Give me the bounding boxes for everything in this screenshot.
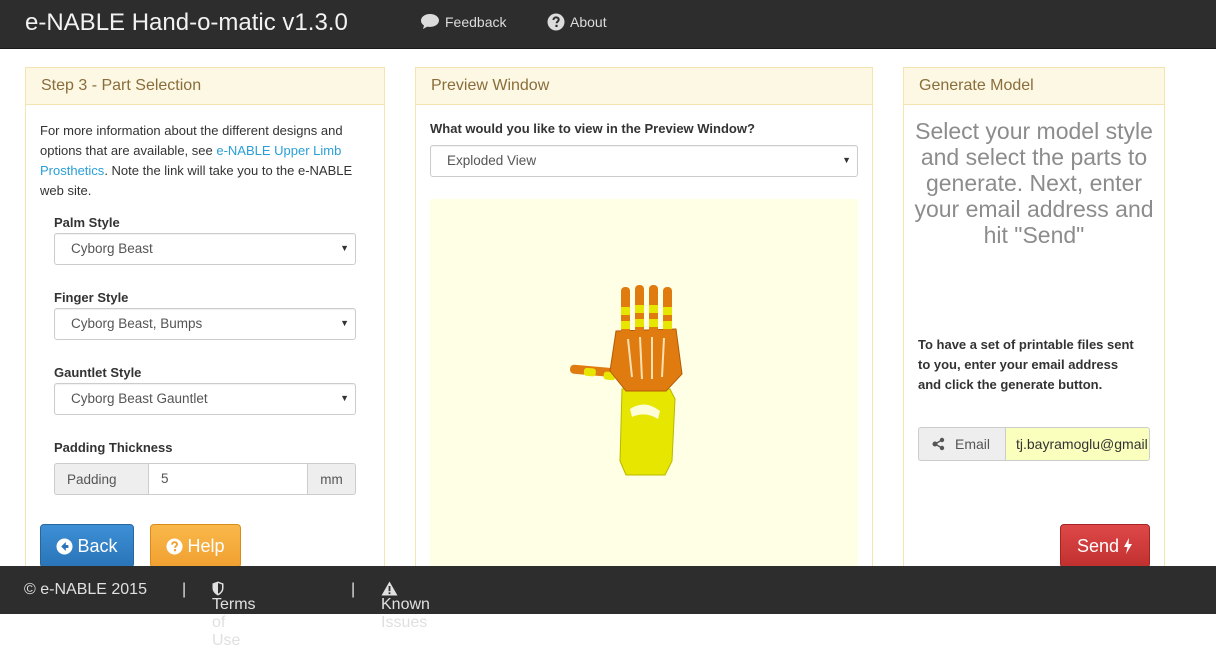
palm-style-select[interactable]: Cyborg Beast ▼ (54, 233, 356, 265)
warning-icon (381, 581, 398, 596)
about-link[interactable]: About (547, 13, 607, 31)
generate-model-panel: Generate Model Select your model style a… (903, 67, 1165, 577)
email-info-text: To have a set of printable files sent to… (918, 337, 1134, 392)
preview-view-select[interactable]: Exploded View ▼ (430, 145, 858, 177)
part-selection-panel: Step 3 - Part Selection For more informa… (25, 67, 385, 577)
generate-instructions: Select your model style and select the p… (914, 118, 1154, 248)
feedback-link[interactable]: Feedback (420, 13, 506, 30)
gauntlet-style-label: Gauntlet Style (54, 365, 142, 380)
info-text: For more information about the different… (40, 121, 375, 201)
email-addon: Email (918, 427, 1005, 461)
palm-style-value: Cyborg Beast (71, 241, 153, 256)
preview-view-value: Exploded View (447, 153, 537, 168)
gauntlet-style-select[interactable]: Cyborg Beast Gauntlet ▼ (54, 383, 356, 415)
about-label: About (570, 14, 607, 30)
send-label: Send (1076, 535, 1120, 556)
hand-model-render (570, 285, 683, 476)
footer-separator: | (351, 581, 356, 598)
terms-of-use-link[interactable]: Terms of Use (212, 581, 256, 649)
top-navbar: e-NABLE Hand-o-matic v1.3.0 Feedback Abo… (0, 0, 1216, 49)
copyright-text: © e-NABLE 2015 (24, 581, 147, 598)
app-title[interactable]: e-NABLE Hand-o-matic v1.3.0 (25, 9, 348, 37)
dropdown-caret-icon: ▼ (842, 155, 851, 165)
comment-icon (421, 14, 439, 29)
preview-question-label: What would you like to view in the Previ… (430, 121, 755, 136)
question-circle-icon (547, 13, 565, 31)
help-label: Help (187, 535, 225, 556)
back-button[interactable]: Back (40, 524, 134, 568)
preview-viewport[interactable] (430, 199, 858, 578)
panel-heading: Preview Window (416, 68, 872, 105)
known-issues-label: Known Issues (381, 596, 430, 631)
email-input[interactable]: tj.bayramoglu@gmail.com (1005, 427, 1150, 461)
terms-label: Terms of Use (212, 596, 256, 649)
help-button[interactable]: Help (150, 524, 241, 568)
share-nodes-icon (932, 437, 945, 451)
gauntlet-style-value: Cyborg Beast Gauntlet (71, 391, 208, 406)
padding-thickness-label: Padding Thickness (54, 440, 173, 455)
email-input-group: Email tj.bayramoglu@gmail.com (918, 427, 1150, 461)
padding-addon: Padding (54, 463, 148, 495)
finger-style-select[interactable]: Cyborg Beast, Bumps ▼ (54, 308, 356, 340)
shield-icon (212, 581, 224, 596)
padding-unit: mm (308, 463, 356, 495)
question-circle-icon (166, 537, 184, 555)
footer: © e-NABLE 2015 | Terms of Use | Known Is… (0, 566, 1216, 649)
arrow-left-circle-icon (56, 538, 73, 554)
email-addon-label: Email (955, 436, 991, 452)
dropdown-caret-icon: ▼ (340, 393, 349, 403)
panel-heading: Generate Model (904, 68, 1164, 105)
feedback-label: Feedback (445, 13, 507, 30)
finger-style-label: Finger Style (54, 290, 129, 305)
dropdown-caret-icon: ▼ (340, 243, 349, 253)
padding-thickness-input[interactable]: 5 (148, 463, 308, 495)
panel-heading: Step 3 - Part Selection (26, 68, 384, 105)
dropdown-caret-icon: ▼ (340, 318, 349, 328)
footer-separator: | (182, 581, 187, 598)
send-button[interactable]: Send (1060, 524, 1150, 568)
palm-style-label: Palm Style (54, 215, 120, 230)
finger-style-value: Cyborg Beast, Bumps (71, 316, 203, 331)
bolt-icon (1124, 538, 1133, 554)
padding-input-group: Padding 5 mm (54, 463, 356, 495)
preview-panel: Preview Window What would you like to vi… (415, 67, 873, 578)
known-issues-link[interactable]: Known Issues (381, 581, 430, 631)
back-label: Back (77, 535, 118, 556)
